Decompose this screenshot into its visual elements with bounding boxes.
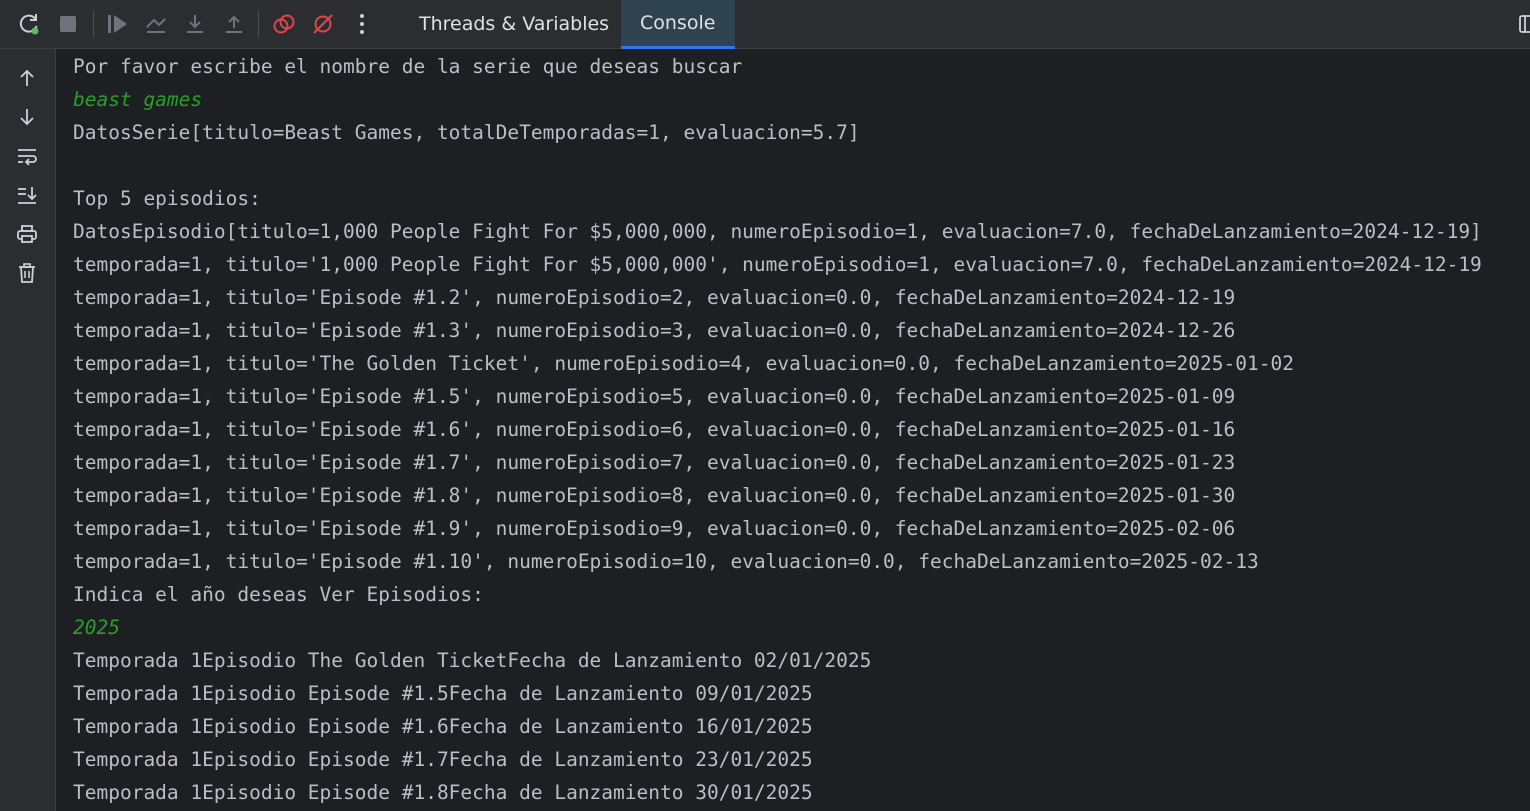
step-out-icon[interactable] <box>219 9 249 39</box>
resume-icon[interactable] <box>102 9 132 39</box>
console-output-line: temporada=1, titulo='Episode #1.8', nume… <box>73 484 1236 507</box>
console-output-line: DatosEpisodio[titulo=1,000 People Fight … <box>73 220 1482 243</box>
console-output-line: Top 5 episodios: <box>73 187 261 210</box>
layout-toggle-icon[interactable] <box>1518 14 1530 34</box>
scroll-up-icon[interactable] <box>12 63 42 93</box>
console-input-line: 2025 <box>73 616 120 639</box>
console-output-line: Temporada 1Episodio Episode #1.5Fecha de… <box>73 682 813 705</box>
more-options-icon[interactable] <box>347 9 377 39</box>
step-over-icon[interactable] <box>141 9 171 39</box>
clear-console-icon[interactable] <box>12 258 42 288</box>
console-output-line: Temporada 1Episodio Episode #1.7Fecha de… <box>73 748 813 771</box>
tab-console[interactable]: Console <box>621 0 735 49</box>
stop-icon[interactable] <box>53 9 83 39</box>
console-output[interactable]: Por favor escribe el nombre de la serie … <box>56 49 1530 811</box>
toolbar-separator <box>258 10 259 38</box>
console-sidebar <box>0 49 56 811</box>
console-output-line: Por favor escribe el nombre de la serie … <box>73 55 743 78</box>
console-output-line: temporada=1, titulo='Episode #1.5', nume… <box>73 385 1236 408</box>
toolbar-separator <box>93 10 94 38</box>
console-output-line: Indica el año deseas Ver Episodios: <box>73 583 484 606</box>
view-breakpoints-icon[interactable] <box>269 9 299 39</box>
console-input-line: beast games <box>73 88 203 111</box>
step-into-icon[interactable] <box>180 9 210 39</box>
soft-wrap-icon[interactable] <box>12 141 42 171</box>
tab-threads-variables[interactable]: Threads & Variables <box>400 0 628 49</box>
console-output-line: temporada=1, titulo='Episode #1.6', nume… <box>73 418 1236 441</box>
scroll-to-end-icon[interactable] <box>12 180 42 210</box>
console-output-line: Temporada 1Episodio Episode #1.8Fecha de… <box>73 781 813 804</box>
debug-toolbar: Threads & Variables Console <box>0 0 1530 49</box>
print-icon[interactable] <box>12 219 42 249</box>
console-output-line: Temporada 1Episodio Episode #1.6Fecha de… <box>73 715 813 738</box>
console-output-line: temporada=1, titulo='The Golden Ticket',… <box>73 352 1294 375</box>
console-output-line: temporada=1, titulo='Episode #1.9', nume… <box>73 517 1236 540</box>
console-output-line: Temporada 1Episodio The Golden TicketFec… <box>73 649 872 672</box>
console-output-line: temporada=1, titulo='Episode #1.3', nume… <box>73 319 1236 342</box>
scroll-down-icon[interactable] <box>12 102 42 132</box>
mute-breakpoints-icon[interactable] <box>308 9 338 39</box>
console-output-line: temporada=1, titulo='Episode #1.2', nume… <box>73 286 1236 309</box>
console-output-line: temporada=1, titulo='Episode #1.10', num… <box>73 550 1259 573</box>
console-output-line: DatosSerie[titulo=Beast Games, totalDeTe… <box>73 121 860 144</box>
console-output-line: temporada=1, titulo='1,000 People Fight … <box>73 253 1482 276</box>
console-output-line: temporada=1, titulo='Episode #1.7', nume… <box>73 451 1236 474</box>
rerun-debug-icon[interactable] <box>14 9 44 39</box>
